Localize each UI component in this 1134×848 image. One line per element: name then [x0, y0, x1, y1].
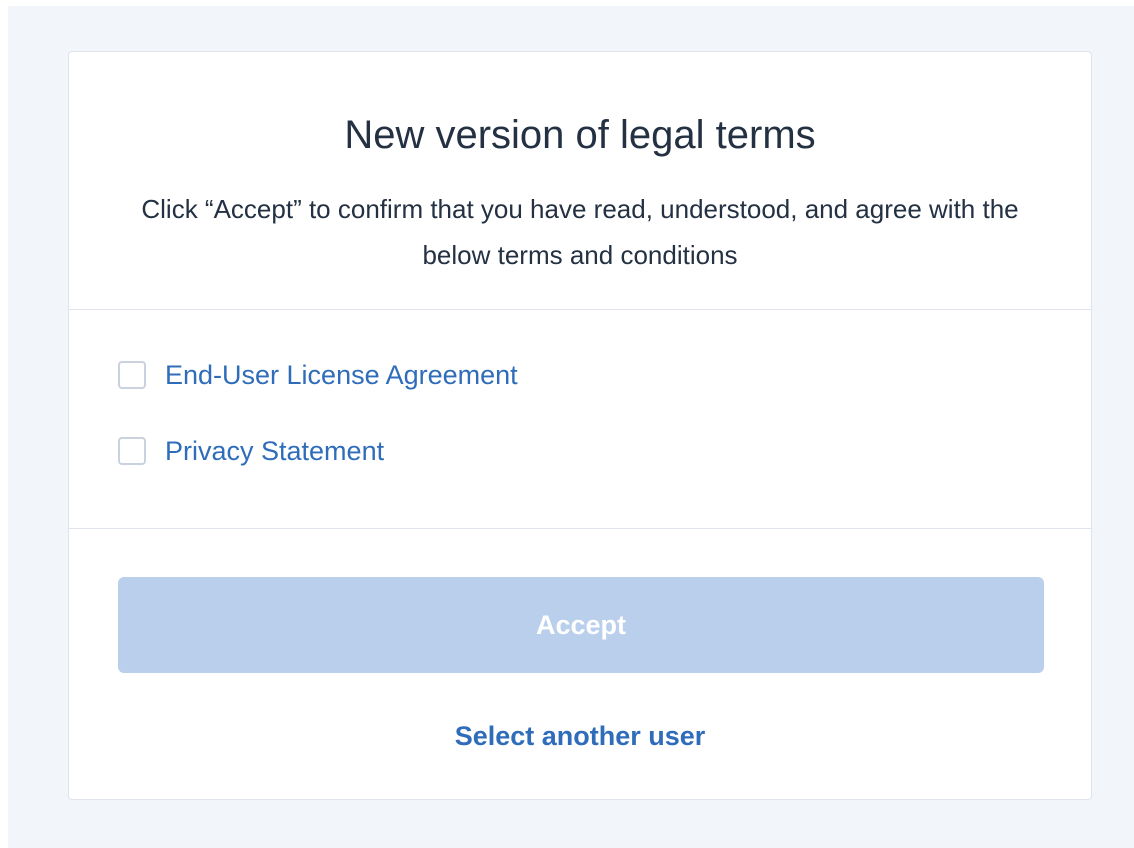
- dialog-subtitle: Click “Accept” to confirm that you have …: [141, 194, 1019, 270]
- term-item-eula: End-User License Agreement: [118, 358, 518, 392]
- eula-checkbox[interactable]: [118, 361, 146, 389]
- terms-list: End-User License Agreement Privacy State…: [69, 310, 1091, 529]
- dialog-header: New version of legal terms Click “Accept…: [69, 52, 1091, 310]
- eula-link[interactable]: End-User License Agreement: [165, 360, 518, 391]
- select-another-user-link[interactable]: Select another user: [455, 721, 706, 751]
- dialog-title: New version of legal terms: [344, 113, 816, 157]
- legal-terms-dialog: New version of legal terms Click “Accept…: [68, 51, 1092, 800]
- term-item-privacy: Privacy Statement: [118, 434, 384, 468]
- privacy-checkbox[interactable]: [118, 437, 146, 465]
- privacy-statement-link[interactable]: Privacy Statement: [165, 436, 384, 467]
- select-another-user-container: Select another user: [69, 718, 1091, 754]
- accept-button[interactable]: Accept: [118, 577, 1044, 673]
